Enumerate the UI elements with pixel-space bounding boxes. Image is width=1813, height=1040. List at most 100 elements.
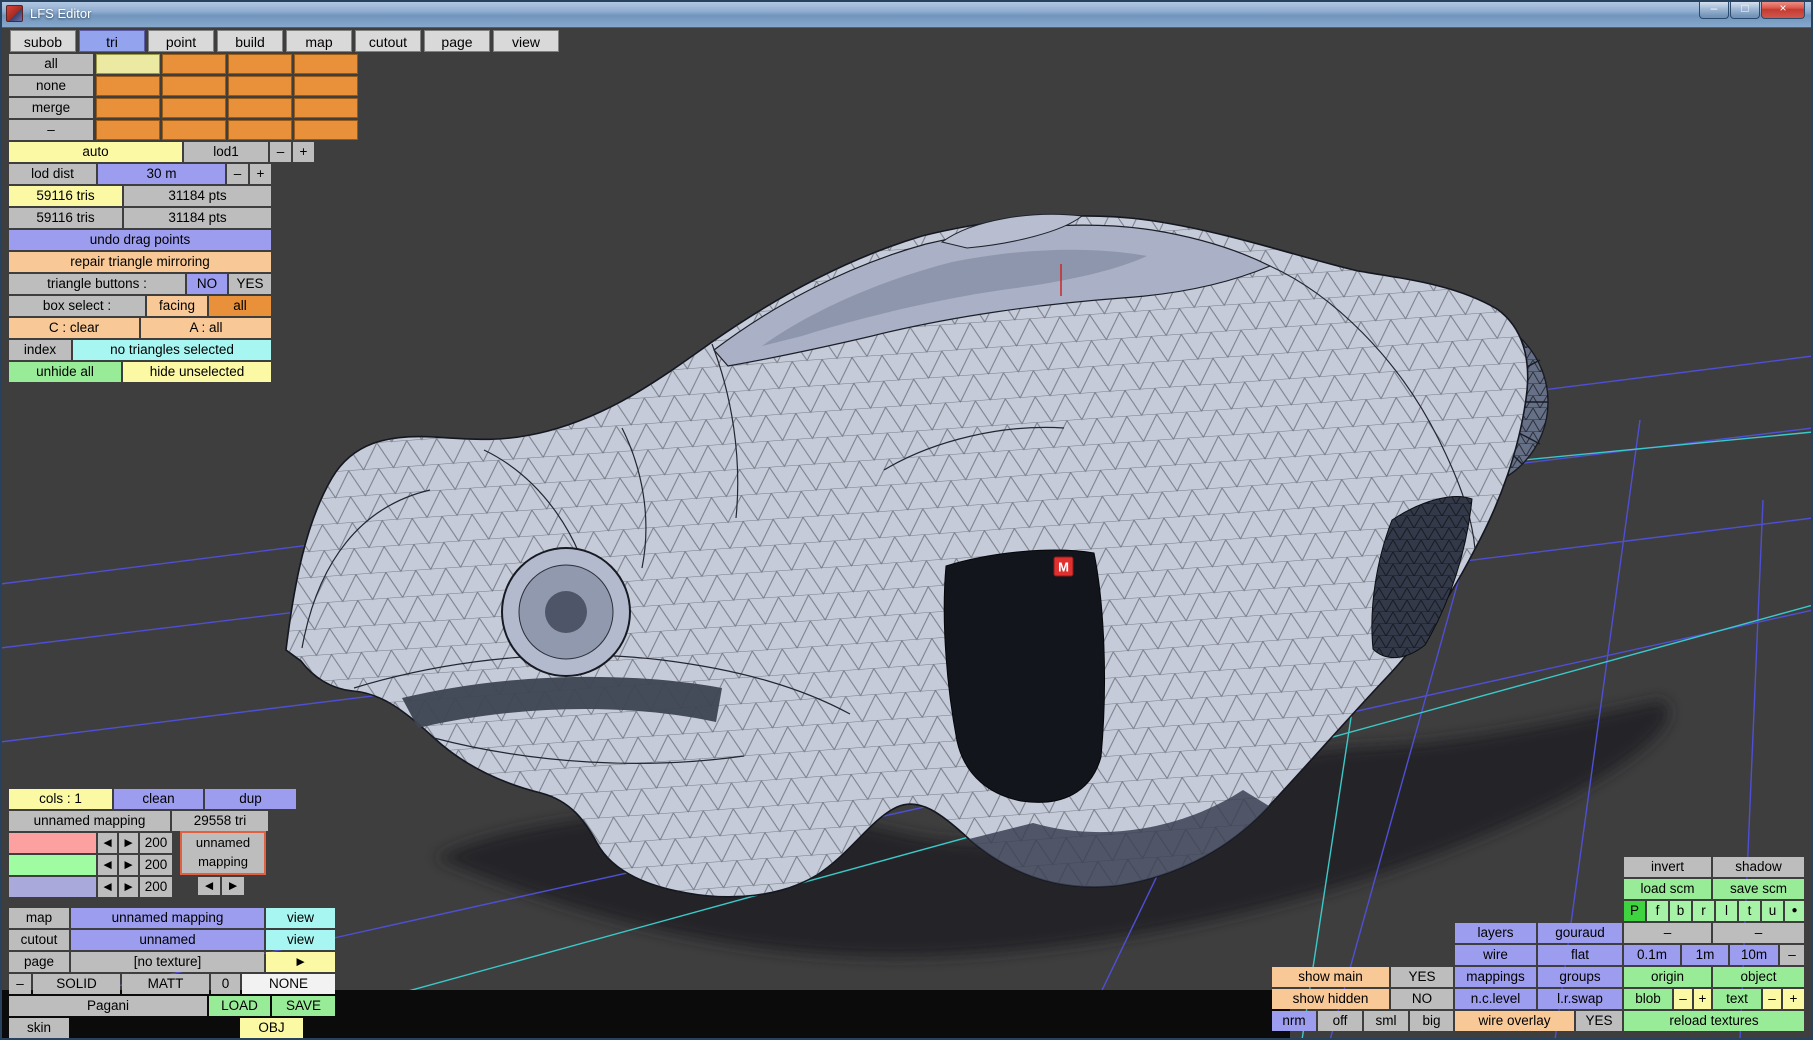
page-label[interactable]: page [9, 952, 69, 972]
map-label[interactable]: map [9, 908, 69, 928]
blue-swatch[interactable] [9, 877, 96, 897]
grid-01m-button[interactable]: 0.1m [1624, 945, 1680, 965]
unhide-all-button[interactable]: unhide all [9, 362, 121, 382]
wire-button[interactable]: wire [1455, 945, 1536, 965]
none-button[interactable]: NONE [242, 974, 335, 994]
obj-button[interactable]: OBJ [240, 1018, 303, 1038]
object-button[interactable]: object [1713, 967, 1804, 987]
tab-build[interactable]: build [217, 30, 283, 52]
flat-button[interactable]: flat [1538, 945, 1622, 965]
index-button[interactable]: index [9, 340, 71, 360]
grid-cell[interactable] [294, 98, 358, 118]
cols-button[interactable]: cols : 1 [9, 789, 112, 809]
text-minus-button[interactable]: – [1763, 989, 1781, 1009]
tab-page[interactable]: page [424, 30, 490, 52]
nrm-sml-button[interactable]: sml [1364, 1011, 1408, 1031]
show-main-toggle[interactable]: YES [1391, 967, 1453, 987]
grid-cell[interactable] [228, 76, 292, 96]
title-bar[interactable]: LFS Editor [0, 0, 1813, 28]
grid-1m-button[interactable]: 1m [1682, 945, 1728, 965]
tab-cutout[interactable]: cutout [355, 30, 421, 52]
lod-dist-minus-button[interactable]: – [227, 164, 248, 184]
tab-view[interactable]: view [493, 30, 559, 52]
box-select-all[interactable]: all [209, 296, 271, 316]
close-button[interactable]: × [1761, 0, 1805, 19]
blue-decrease-button[interactable]: ◄ [98, 877, 117, 897]
save-scm-button[interactable]: save scm [1713, 879, 1804, 899]
view-dot-button[interactable]: ● [1785, 901, 1804, 921]
load-button[interactable]: LOAD [209, 996, 270, 1016]
triangle-buttons-yes[interactable]: YES [229, 274, 271, 294]
invert-button[interactable]: invert [1624, 857, 1711, 877]
grid-cell[interactable] [294, 120, 358, 140]
grid-cell[interactable] [162, 98, 226, 118]
grid-cell[interactable] [228, 54, 292, 74]
zero-button[interactable]: 0 [211, 974, 240, 994]
lod-auto-button[interactable]: auto [9, 142, 182, 162]
cutout-label[interactable]: cutout [9, 930, 69, 950]
red-increase-button[interactable]: ► [119, 833, 138, 853]
grid-cell[interactable] [294, 54, 358, 74]
dup-button[interactable]: dup [205, 789, 296, 809]
tab-map[interactable]: map [286, 30, 352, 52]
red-swatch[interactable] [9, 833, 96, 853]
layers-button[interactable]: layers [1455, 923, 1536, 943]
green-decrease-button[interactable]: ◄ [98, 855, 117, 875]
select-none-button[interactable]: none [9, 76, 93, 96]
map-value[interactable]: unnamed mapping [71, 908, 264, 928]
text-button[interactable]: text [1713, 989, 1761, 1009]
dash-button-b[interactable]: – [1713, 923, 1804, 943]
origin-button[interactable]: origin [1624, 967, 1711, 987]
select-all-tris-button[interactable]: A : all [141, 318, 271, 338]
mappings-button[interactable]: mappings [1455, 967, 1536, 987]
clean-button[interactable]: clean [114, 789, 203, 809]
gouraud-button[interactable]: gouraud [1538, 923, 1622, 943]
nc-level-button[interactable]: n.c.level [1455, 989, 1536, 1009]
matt-button[interactable]: MATT [122, 974, 209, 994]
select-all-button[interactable]: all [9, 54, 93, 74]
green-swatch[interactable] [9, 855, 96, 875]
cutout-view-button[interactable]: view [266, 930, 335, 950]
nrm-big-button[interactable]: big [1410, 1011, 1453, 1031]
clear-selection-button[interactable]: C : clear [9, 318, 139, 338]
nrm-off-button[interactable]: off [1318, 1011, 1362, 1031]
blob-plus-button[interactable]: + [1694, 989, 1711, 1009]
tab-tri[interactable]: tri [79, 30, 145, 52]
grid-cell[interactable] [96, 76, 160, 96]
tab-point[interactable]: point [148, 30, 214, 52]
nrm-button[interactable]: nrm [1272, 1011, 1316, 1031]
maximize-button[interactable]: □ [1730, 0, 1760, 19]
grid-cell[interactable] [96, 98, 160, 118]
solid-button[interactable]: SOLID [33, 974, 120, 994]
grid-cell[interactable] [162, 120, 226, 140]
mapping-prev-button[interactable]: ◄ [198, 877, 220, 895]
repair-mirroring-button[interactable]: repair triangle mirroring [9, 252, 271, 272]
lod1-button[interactable]: lod1 [184, 142, 268, 162]
grid-cell[interactable] [96, 120, 160, 140]
lod-dist-value[interactable]: 30 m [98, 164, 225, 184]
grid-dash-button[interactable]: – [1780, 945, 1804, 965]
lod-minus-button[interactable]: – [270, 142, 291, 162]
mapping-next-button[interactable]: ► [222, 877, 244, 895]
merge-button[interactable]: merge [9, 98, 93, 118]
view-back-button[interactable]: b [1670, 901, 1691, 921]
dash-button-a[interactable]: – [1624, 923, 1711, 943]
lod-plus-button[interactable]: + [293, 142, 314, 162]
material-minus-button[interactable]: – [9, 974, 31, 994]
skin-button[interactable]: skin [9, 1018, 69, 1038]
view-front-button[interactable]: f [1647, 901, 1668, 921]
box-select-facing[interactable]: facing [147, 296, 207, 316]
grid-10m-button[interactable]: 10m [1730, 945, 1778, 965]
lod-dist-plus-button[interactable]: + [250, 164, 271, 184]
view-under-button[interactable]: u [1762, 901, 1783, 921]
view-top-button[interactable]: t [1739, 901, 1760, 921]
select-minus-button[interactable]: – [9, 120, 93, 140]
lr-swap-button[interactable]: l.r.swap [1538, 989, 1622, 1009]
grid-cell[interactable] [96, 54, 160, 74]
undo-drag-points-button[interactable]: undo drag points [9, 230, 271, 250]
hide-unselected-button[interactable]: hide unselected [123, 362, 271, 382]
page-value[interactable]: [no texture] [71, 952, 264, 972]
current-mapping-box[interactable]: unnamed mapping [180, 831, 266, 875]
green-increase-button[interactable]: ► [119, 855, 138, 875]
red-decrease-button[interactable]: ◄ [98, 833, 117, 853]
